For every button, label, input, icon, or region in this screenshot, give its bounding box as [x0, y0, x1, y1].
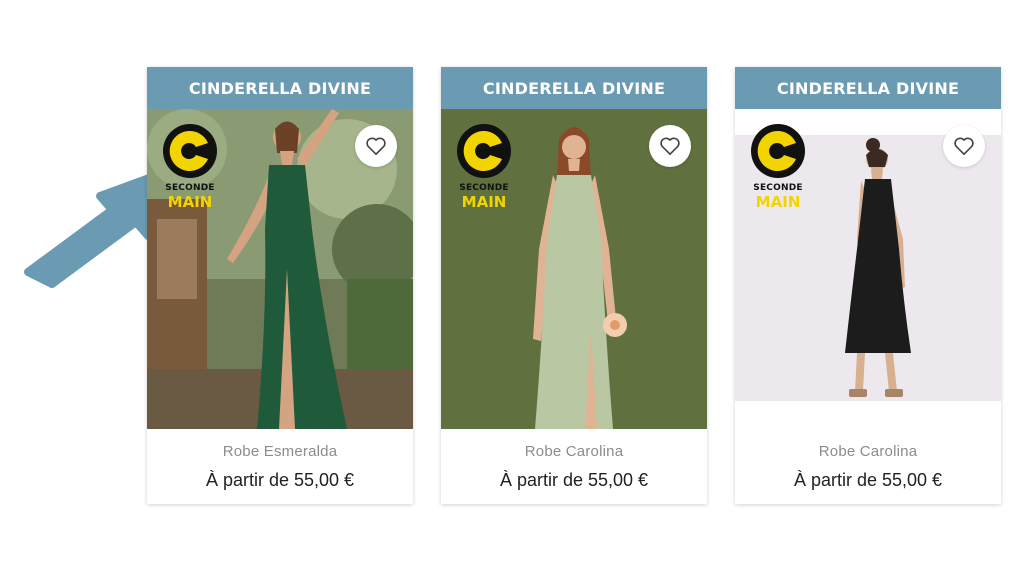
product-card[interactable]: CINDERELLA DIVINE: [735, 67, 1001, 504]
badge-line1: SECONDE: [753, 183, 803, 193]
product-name[interactable]: Robe Carolina: [441, 443, 707, 460]
product-grid: CINDERELLA DIVINE SECONDE MAIN Robe Esme…: [0, 0, 1024, 576]
brand-header: CINDERELLA DIVINE: [441, 67, 707, 109]
product-card[interactable]: CINDERELLA DIVINE: [147, 67, 413, 504]
heart-outline-icon: [954, 137, 974, 155]
seconde-main-badge: SECONDE MAIN: [159, 123, 221, 213]
seconde-main-logo-icon: [163, 124, 217, 178]
favorite-button[interactable]: [355, 125, 397, 167]
badge-line2: MAIN: [167, 193, 213, 211]
favorite-button[interactable]: [649, 125, 691, 167]
product-image[interactable]: SECONDE MAIN: [735, 109, 1001, 429]
seconde-main-logo-icon: [457, 124, 511, 178]
heart-outline-icon: [366, 137, 386, 155]
product-price: À partir de 55,00 €: [499, 470, 649, 490]
product-name[interactable]: Robe Carolina: [735, 443, 1001, 460]
badge-line1: SECONDE: [165, 183, 215, 193]
product-image[interactable]: SECONDE MAIN: [147, 109, 413, 429]
heart-outline-icon: [660, 137, 680, 155]
badge-line2: MAIN: [755, 193, 801, 211]
seconde-main-badge: SECONDE MAIN: [453, 123, 515, 213]
badge-line1: SECONDE: [459, 183, 509, 193]
product-price: À partir de 55,00 €: [793, 470, 943, 490]
product-card[interactable]: CINDERELLA DIVINE: [441, 67, 707, 504]
brand-header: CINDERELLA DIVINE: [147, 67, 413, 109]
brand-header: CINDERELLA DIVINE: [735, 67, 1001, 109]
badge-line2: MAIN: [461, 193, 507, 211]
product-name[interactable]: Robe Esmeralda: [147, 443, 413, 460]
favorite-button[interactable]: [943, 125, 985, 167]
product-price: À partir de 55,00 €: [205, 470, 355, 490]
product-image[interactable]: SECONDE MAIN: [441, 109, 707, 429]
seconde-main-badge: SECONDE MAIN: [747, 123, 809, 213]
seconde-main-logo-icon: [751, 124, 805, 178]
